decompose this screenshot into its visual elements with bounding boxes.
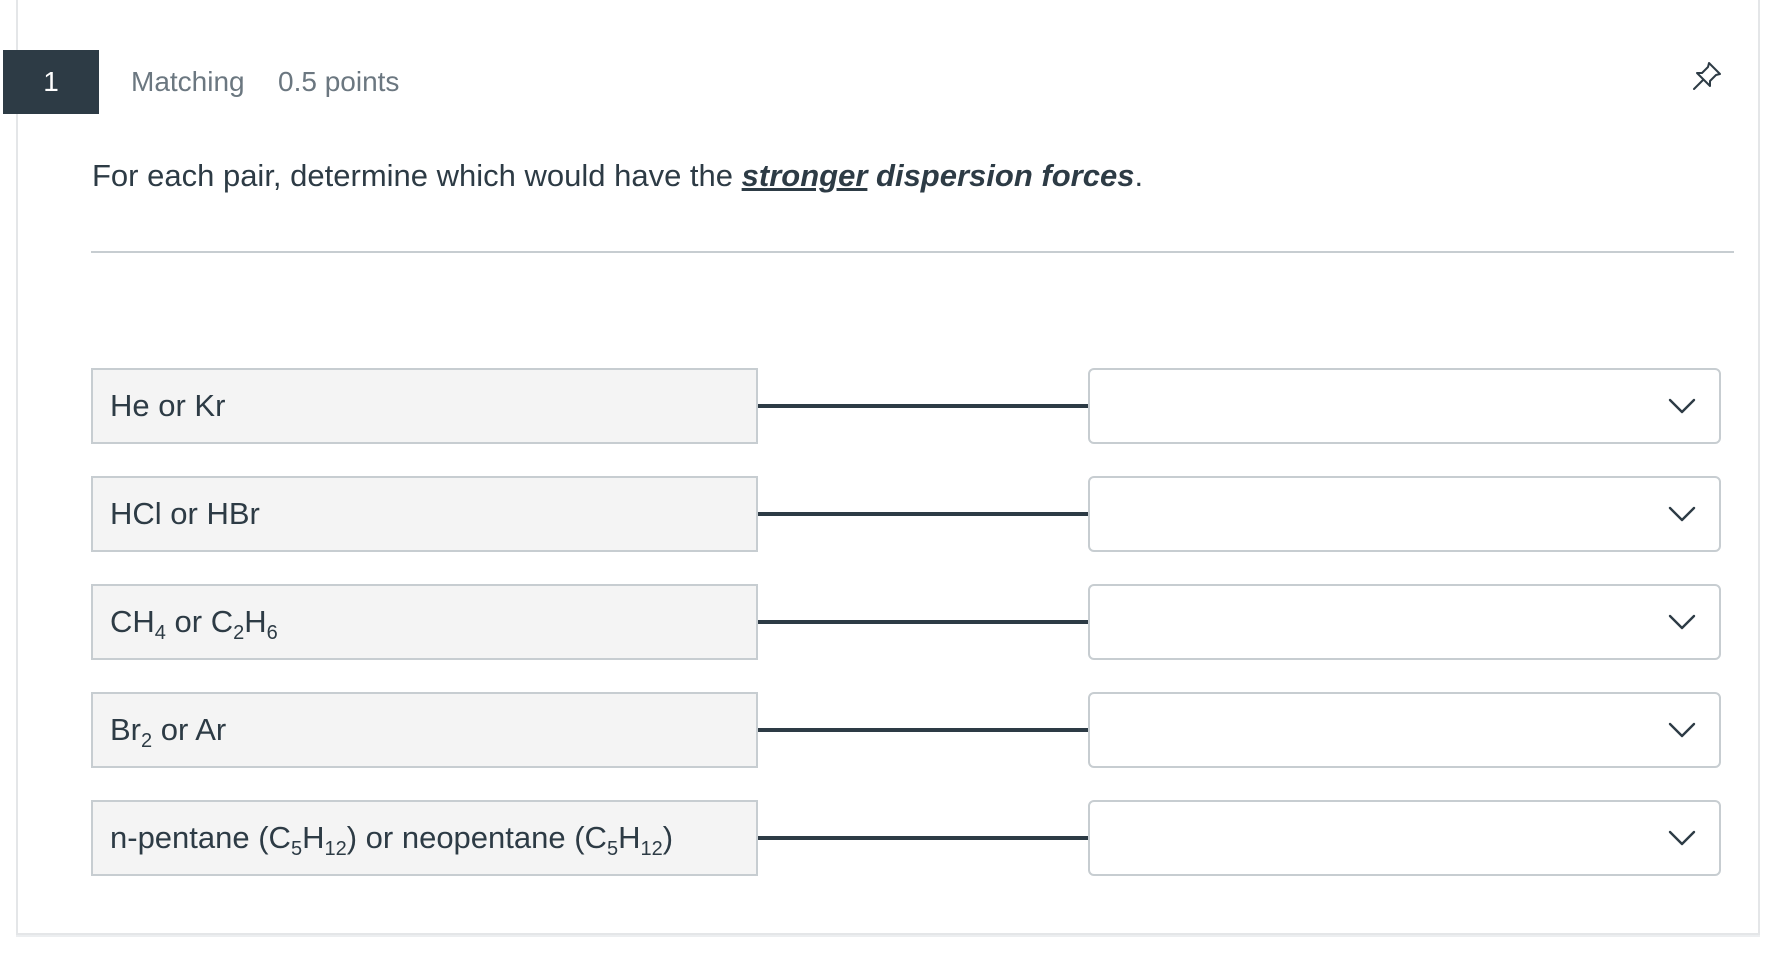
answer-dropdown[interactable] — [1088, 692, 1721, 768]
pair-label: HCl or HBr — [91, 476, 758, 552]
matching-row: CH4 or C2H6 — [91, 584, 1721, 662]
pair-label: n-pentane (C5H12) or neopentane (C5H12) — [91, 800, 758, 876]
match-connector-line — [758, 620, 1088, 624]
matching-rows: He or Kr HCl or HBr CH4 or C2H6 Br2 or Ar n-… — [91, 368, 1721, 908]
pair-label-subscript: 2 — [141, 730, 153, 752]
prompt-text-before: For each pair, determine which would hav… — [92, 158, 742, 193]
pair-label-text: n-pentane (C — [110, 820, 291, 855]
pair-label-text: H — [302, 820, 325, 855]
pair-label-subscript: 5 — [290, 838, 303, 860]
pair-label-text: ) — [662, 820, 674, 855]
quiz-page: 1 Matching 0.5 points For each pair, det… — [0, 0, 1787, 955]
pair-label-text: or C — [165, 604, 234, 639]
question-number: 1 — [3, 50, 99, 114]
chevron-down-icon — [1667, 718, 1697, 742]
chevron-down-icon — [1667, 394, 1697, 418]
chevron-down-icon — [1667, 826, 1697, 850]
prompt-text-after: . — [1134, 158, 1144, 193]
answer-dropdown[interactable] — [1088, 800, 1721, 876]
card-bottom-border — [16, 935, 1760, 937]
chevron-down-icon — [1667, 610, 1697, 634]
pair-label-text: or Ar — [152, 712, 227, 747]
answer-dropdown[interactable] — [1088, 476, 1721, 552]
pair-label-text: CH — [110, 604, 155, 639]
prompt-emphasis-space — [867, 158, 876, 193]
pair-label-text: H — [618, 820, 641, 855]
pair-label-subscript: 2 — [233, 622, 245, 644]
question-type: Matching — [131, 66, 245, 97]
match-connector-line — [758, 404, 1088, 408]
question-points: 0.5 points — [278, 66, 400, 97]
pair-label-subscript: 12 — [324, 838, 347, 860]
prompt-divider — [91, 251, 1734, 253]
pin-icon[interactable] — [1689, 58, 1725, 94]
pair-label-subscript: 6 — [266, 622, 278, 644]
matching-row: HCl or HBr — [91, 476, 1721, 554]
match-connector-line — [758, 512, 1088, 516]
pair-label-text: He or Kr — [110, 388, 226, 423]
pair-label-text: HCl or HBr — [110, 496, 260, 531]
pair-label: CH4 or C2H6 — [91, 584, 758, 660]
chevron-down-icon — [1667, 502, 1697, 526]
pair-label: Br2 or Ar — [91, 692, 758, 768]
pair-label-text: Br — [110, 712, 141, 747]
pair-label-text: H — [244, 604, 267, 639]
matching-row: He or Kr — [91, 368, 1721, 446]
pair-label-subscript: 12 — [640, 838, 663, 860]
prompt-emphasis-underlined: stronger — [741, 158, 868, 193]
question-prompt: For each pair, determine which would hav… — [92, 155, 1143, 197]
matching-row: n-pentane (C5H12) or neopentane (C5H12) — [91, 800, 1721, 878]
answer-dropdown[interactable] — [1088, 584, 1721, 660]
prompt-emphasis: stronger dispersion forces — [742, 158, 1135, 193]
answer-dropdown[interactable] — [1088, 368, 1721, 444]
match-connector-line — [758, 728, 1088, 732]
prompt-emphasis-rest: dispersion forces — [876, 158, 1135, 193]
pair-label: He or Kr — [91, 368, 758, 444]
pair-label-subscript: 5 — [606, 838, 619, 860]
pair-label-text: ) or neopentane (C — [346, 820, 607, 855]
match-connector-line — [758, 836, 1088, 840]
pair-label-subscript: 4 — [154, 622, 166, 644]
matching-row: Br2 or Ar — [91, 692, 1721, 770]
